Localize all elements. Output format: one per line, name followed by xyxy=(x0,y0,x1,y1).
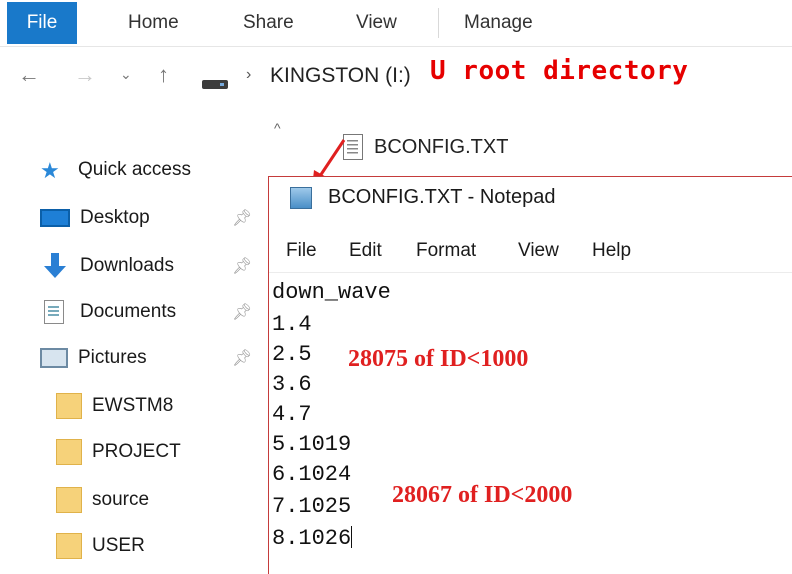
nav-item-label: Desktop xyxy=(80,207,150,228)
menu-file[interactable]: File xyxy=(286,240,317,262)
documents-icon xyxy=(44,300,64,324)
text-line[interactable]: 4.7 xyxy=(272,402,312,427)
notepad-icon xyxy=(290,187,312,209)
usb-drive-icon xyxy=(202,80,228,89)
ribbon-divider xyxy=(438,8,439,38)
chevron-down-icon[interactable]: ⌄ xyxy=(120,66,132,83)
tab-file[interactable]: File xyxy=(7,2,77,44)
nav-item-downloads[interactable]: Downloads xyxy=(40,248,174,284)
star-icon: ★ xyxy=(40,158,60,183)
nav-item-label: source xyxy=(92,489,150,510)
tab-home[interactable]: Home xyxy=(128,12,179,34)
ribbon: File Home Share View Manage xyxy=(0,0,792,46)
pin-icon[interactable]: 📌︎ xyxy=(232,256,252,276)
nav-item-label: Downloads xyxy=(80,255,174,276)
nav-item-ewstm8[interactable]: EWSTM8 xyxy=(40,388,173,424)
desktop-icon xyxy=(40,209,70,227)
arrow-right-icon[interactable]: → xyxy=(74,62,96,88)
file-item-bconfig[interactable]: BCONFIG.TXT xyxy=(374,136,508,159)
nav-item-label: Documents xyxy=(80,301,177,322)
text-line[interactable]: 2.5 xyxy=(272,342,312,367)
text-line[interactable]: 6.1024 xyxy=(272,462,351,487)
nav-item-source[interactable]: source xyxy=(40,482,149,518)
pictures-icon xyxy=(40,348,68,368)
tab-manage[interactable]: Manage xyxy=(464,12,533,34)
nav-item-user[interactable]: USER xyxy=(40,528,145,564)
downloads-icon xyxy=(40,251,70,281)
text-line[interactable]: 1.4 xyxy=(272,312,312,337)
menu-separator xyxy=(269,272,792,273)
text-line[interactable]: 7.1025 xyxy=(272,494,351,519)
pin-icon[interactable]: 📌︎ xyxy=(232,208,252,228)
text-line-last[interactable]: 8.1026 xyxy=(272,526,353,551)
folder-icon xyxy=(56,533,82,559)
text-line[interactable]: 5.1019 xyxy=(272,432,351,457)
quick-access-label[interactable]: Quick access xyxy=(78,159,191,181)
annotation-group-1: 28075 of ID<1000 xyxy=(348,346,529,372)
folder-icon xyxy=(56,487,82,513)
text-line[interactable]: 3.6 xyxy=(272,372,312,397)
pin-icon[interactable]: 📌︎ xyxy=(232,348,252,368)
menu-format[interactable]: Format xyxy=(416,240,476,262)
nav-item-desktop[interactable]: Desktop xyxy=(40,200,150,236)
ribbon-separator xyxy=(0,46,792,47)
breadcrumb-chevron-icon[interactable]: › xyxy=(246,66,251,84)
tab-view[interactable]: View xyxy=(356,12,397,34)
pin-icon[interactable]: 📌︎ xyxy=(232,302,252,322)
text-line[interactable]: down_wave xyxy=(272,280,391,305)
menu-view[interactable]: View xyxy=(518,240,559,262)
text-caret xyxy=(351,526,353,548)
arrow-left-icon[interactable]: ← xyxy=(18,62,40,88)
menu-help[interactable]: Help xyxy=(592,240,631,262)
tab-share[interactable]: Share xyxy=(243,12,294,34)
text-line-content[interactable]: 8.1026 xyxy=(272,526,351,551)
nav-item-label: EWSTM8 xyxy=(92,395,174,416)
nav-item-documents[interactable]: Documents xyxy=(40,294,176,330)
annotation-group-2: 28067 of ID<2000 xyxy=(392,482,573,508)
annotation-root-directory: U root directory xyxy=(430,56,689,86)
address-path[interactable]: KINGSTON (I:) xyxy=(270,64,411,88)
nav-item-label: PROJECT xyxy=(92,441,181,462)
folder-icon xyxy=(56,439,82,465)
menu-edit[interactable]: Edit xyxy=(349,240,382,262)
nav-item-project[interactable]: PROJECT xyxy=(40,434,181,470)
folder-icon xyxy=(56,393,82,419)
scroll-up-icon[interactable]: ^ xyxy=(274,120,281,136)
nav-item-pictures[interactable]: Pictures xyxy=(40,340,147,376)
arrow-up-icon[interactable]: ↑ xyxy=(158,62,169,88)
nav-item-label: USER xyxy=(92,535,145,556)
nav-item-label: Pictures xyxy=(78,347,147,368)
notepad-title: BCONFIG.TXT - Notepad xyxy=(328,186,556,208)
